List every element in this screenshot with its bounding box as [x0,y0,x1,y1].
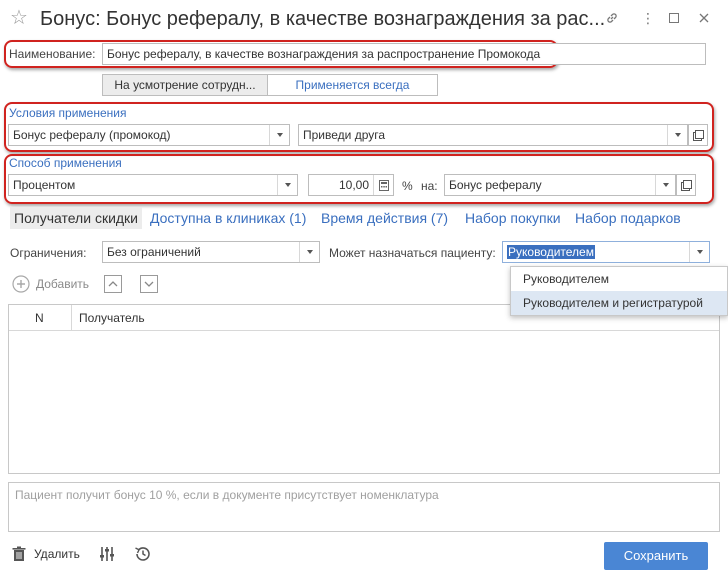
assign-dropdown-list[interactable]: Руководителем Руководителем и регистрату… [510,266,728,316]
add-label: Добавить [36,277,90,291]
tab-purchase-set[interactable]: Набор покупки [465,210,561,226]
comment-field[interactable]: Пациент получит бонус 10 %, если в докум… [8,482,720,532]
recipients-table[interactable]: N Получатель [8,304,720,474]
tab-time[interactable]: Время действия (7) [321,210,448,226]
name-field[interactable]: Бонус рефералу, в качестве вознаграждени… [102,43,706,65]
amount-value: 10,00 [338,178,369,192]
mode-discretionary-button[interactable]: На усмотрение сотрудн... [102,74,268,96]
trash-icon [12,546,26,561]
method-select[interactable]: Процентом [8,174,298,196]
restrictions-select[interactable]: Без ограничений [102,241,320,263]
maximize-icon[interactable] [664,8,684,28]
assign-option-manager-and-registry[interactable]: Руководителем и регистратурой [511,291,727,315]
column-recipient-header[interactable]: Получатель [79,311,145,325]
chevron-down-icon[interactable] [689,242,709,262]
close-icon[interactable] [694,8,714,28]
move-down-button[interactable] [140,275,158,293]
method-value: Процентом [13,178,76,192]
assign-select[interactable]: Руководителем [502,241,710,263]
condition-action-value: Приведи друга [303,128,386,142]
favorite-star-icon[interactable]: ☆ [10,8,28,28]
settings-sliders-icon[interactable] [98,545,116,566]
history-icon[interactable] [134,545,152,566]
add-button[interactable]: Добавить [12,275,89,293]
assign-label: Может назначаться пациенту: [329,246,496,260]
target-value: Бонус рефералу [449,178,542,192]
condition-type-select[interactable]: Бонус рефералу (промокод) [8,124,290,146]
amount-field[interactable]: 10,00 [308,174,394,196]
assign-option-manager[interactable]: Руководителем [511,267,727,291]
chevron-down-icon [144,281,154,287]
chevron-down-icon[interactable] [667,125,687,145]
conditions-title: Условия применения [9,106,127,120]
save-button[interactable]: Сохранить [604,542,708,570]
open-target-icon[interactable] [676,174,696,196]
tab-clinics[interactable]: Доступна в клиниках (1) [150,210,306,226]
name-label: Наименование: [9,47,96,61]
delete-button[interactable]: Удалить [12,546,80,562]
condition-type-value: Бонус рефералу (промокод) [13,128,171,142]
open-action-icon[interactable] [688,124,708,146]
chevron-down-icon[interactable] [299,242,319,262]
assign-value: Руководителем [507,245,595,259]
chevron-down-icon[interactable] [655,175,675,195]
restrictions-value: Без ограничений [107,245,201,259]
chevron-down-icon[interactable] [269,125,289,145]
move-up-button[interactable] [104,275,122,293]
on-label: на: [421,179,438,193]
chevron-down-icon[interactable] [277,175,297,195]
tab-gift-set[interactable]: Набор подарков [575,210,681,226]
restrictions-label: Ограничения: [10,246,87,260]
column-n-header[interactable]: N [35,311,44,325]
method-title: Способ применения [9,156,122,170]
more-options-icon[interactable]: ⋮ [638,8,658,28]
calculator-icon[interactable] [373,175,393,195]
window-title: Бонус: Бонус рефералу, в качестве вознаг… [40,8,606,30]
column-divider [71,305,72,330]
chevron-up-icon [108,281,118,287]
link-icon[interactable] [602,8,622,28]
percent-label: % [402,179,413,193]
target-select[interactable]: Бонус рефералу [444,174,676,196]
mode-always-button[interactable]: Применяется всегда [267,74,438,96]
delete-label: Удалить [34,547,80,561]
tab-recipients[interactable]: Получатели скидки [10,207,142,229]
condition-action-select[interactable]: Приведи друга [298,124,688,146]
add-icon [12,275,30,293]
